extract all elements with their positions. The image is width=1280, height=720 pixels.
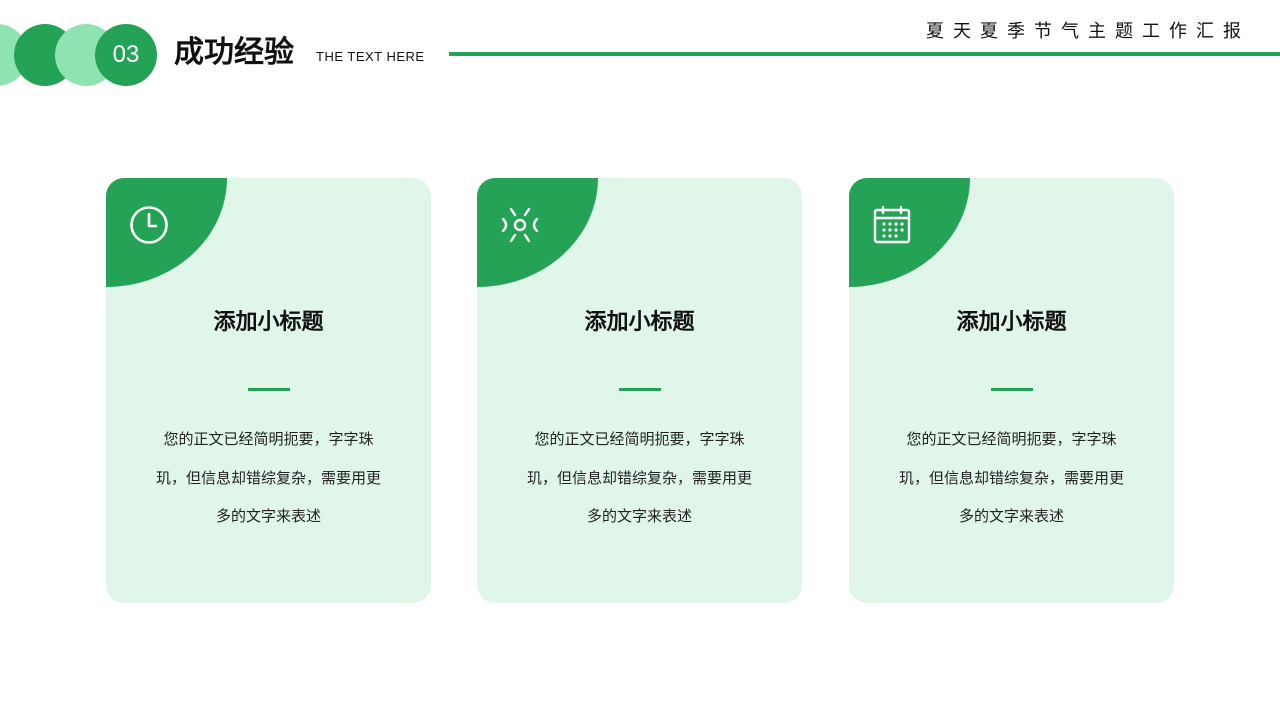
section-subtitle: THE TEXT HERE xyxy=(316,49,425,64)
section-title: 成功经验 xyxy=(174,35,294,70)
section-number-badge: 03 xyxy=(95,24,157,86)
section-number: 03 xyxy=(112,41,140,68)
clock-icon xyxy=(130,206,168,244)
card-title: 添加小标题 xyxy=(213,310,324,335)
calendar-icon xyxy=(873,205,911,244)
header-rule xyxy=(449,52,1280,56)
card-title: 添加小标题 xyxy=(956,310,1067,335)
card-body: 您的正文已经简明扼要，字字珠玑，但信息却错综复杂，需要用更多的文字来表述 xyxy=(155,430,381,525)
card: 添加小标题 您的正文已经简明扼要，字字珠玑，但信息却错综复杂，需要用更多的文字来… xyxy=(477,178,802,603)
header-decoration: 03 xyxy=(0,0,170,100)
card-body: 您的正文已经简明扼要，字字珠玑，但信息却错综复杂，需要用更多的文字来表述 xyxy=(898,430,1124,525)
card: 添加小标题 您的正文已经简明扼要，字字珠玑，但信息却错综复杂，需要用更多的文字来… xyxy=(106,178,431,603)
card: 添加小标题 您的正文已经简明扼要，字字珠玑，但信息却错综复杂，需要用更多的文字来… xyxy=(849,178,1174,603)
card-divider xyxy=(991,388,1033,391)
report-title: 夏天夏季节气主题工作汇报 xyxy=(926,21,1250,42)
card-divider xyxy=(619,388,661,391)
burst-icon xyxy=(501,207,539,243)
card-title: 添加小标题 xyxy=(584,310,695,335)
card-divider xyxy=(248,388,290,391)
card-body: 您的正文已经简明扼要，字字珠玑，但信息却错综复杂，需要用更多的文字来表述 xyxy=(526,430,752,525)
